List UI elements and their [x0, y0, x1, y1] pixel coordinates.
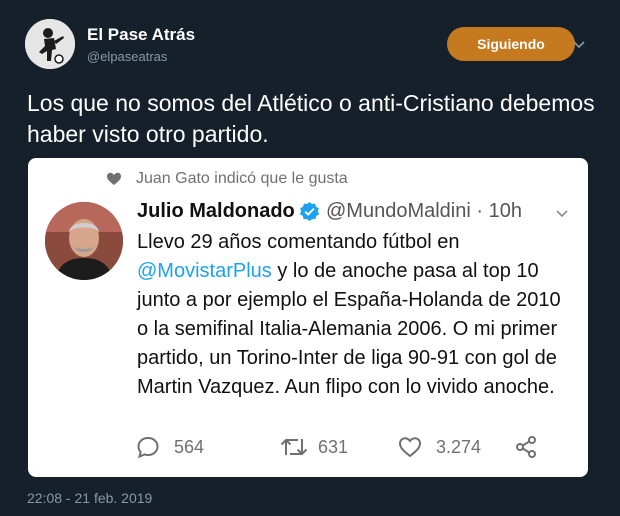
tweet-header: El Pase Atrás @elpaseatras Siguiendo — [25, 19, 595, 71]
verified-icon — [299, 201, 320, 222]
author-name[interactable]: El Pase Atrás — [87, 25, 195, 45]
reply-count: 564 — [174, 437, 205, 457]
quoted-tweet-card[interactable]: Juan Gato indicó que le gusta Julio Mald… — [28, 158, 588, 477]
reply-icon — [137, 436, 159, 459]
share-icon — [516, 436, 536, 458]
quoted-author-handle[interactable]: @MundoMaldini · 10h — [326, 200, 522, 223]
following-button[interactable]: Siguiendo — [447, 27, 575, 61]
tweet-text: Los que no somos del Atlético o anti-Cri… — [27, 90, 595, 147]
mention-link[interactable]: @MovistarPlus — [137, 260, 272, 282]
tweet-timestamp[interactable]: 22:08 - 21 feb. 2019 — [27, 490, 152, 506]
chevron-down-icon[interactable] — [554, 206, 570, 222]
quoted-author-name[interactable]: Julio Maldonado — [137, 200, 295, 223]
quoted-time: 10h — [488, 200, 522, 222]
author-avatar[interactable] — [25, 19, 75, 69]
liked-by-text[interactable]: Juan Gato indicó que le gusta — [136, 170, 348, 188]
chevron-down-icon[interactable] — [571, 37, 587, 53]
like-icon — [398, 437, 422, 458]
author-handle[interactable]: @elpaseatras — [87, 49, 167, 64]
retweet-icon — [280, 438, 308, 456]
quoted-tweet-text: Llevo 29 años comentando fútbol en @Movi… — [137, 231, 561, 398]
quoted-author-avatar[interactable] — [45, 202, 123, 280]
retweet-count: 631 — [318, 437, 349, 457]
action-bar: 564 631 3.274 — [136, 434, 536, 460]
heart-icon — [107, 172, 121, 185]
like-count: 3.274 — [436, 437, 482, 457]
